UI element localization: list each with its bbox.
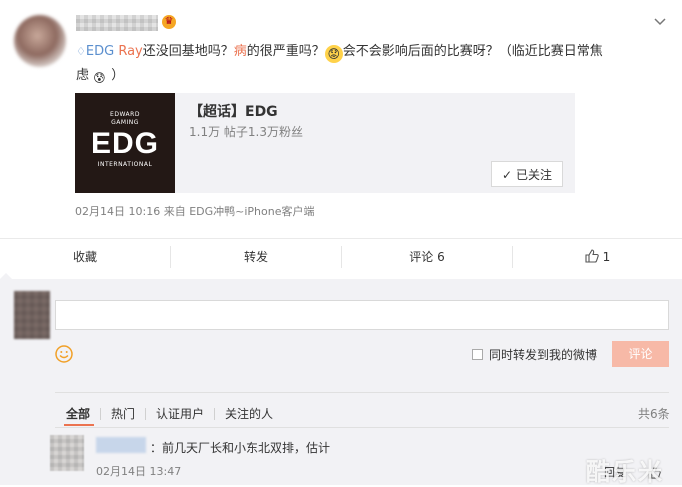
thumbs-up-icon	[585, 242, 599, 276]
tab-hot[interactable]: 热门	[111, 405, 135, 422]
emoji-picker-icon[interactable]	[55, 345, 73, 363]
worried-emoji-icon: 😟	[324, 45, 343, 63]
author-name-blurred[interactable]	[76, 15, 158, 31]
tab-following[interactable]: 关注的人	[225, 405, 273, 422]
tab-verified[interactable]: 认证用户	[156, 405, 204, 422]
followed-button[interactable]: ✓ 已关注	[491, 161, 563, 187]
post-text: ♢EDG Ray还没回基地吗？病的很严重吗？ 😟 会不会影响后面的比赛呀？（临近比赛…	[76, 40, 666, 88]
like-count: 1	[602, 250, 611, 264]
logo-top-text-1: EDWARD	[110, 111, 140, 118]
submit-comment-button[interactable]: 评论	[612, 341, 669, 367]
edg-logo: EDWARD GAMING EDG INTERNATIONAL	[75, 93, 175, 193]
post-text-4: 虑	[76, 68, 90, 83]
tab-divider	[214, 408, 215, 420]
mention-edg[interactable]: EDG	[86, 44, 114, 59]
post-timestamp[interactable]: 02月14日 10:16	[75, 205, 160, 218]
post-text-2: 的很严重吗？	[246, 44, 325, 59]
comment-count: 共6条	[638, 407, 670, 421]
panel-notch	[0, 273, 12, 279]
card-title[interactable]: 【超话】EDG	[189, 101, 278, 121]
tab-divider	[145, 408, 146, 420]
anxious-emoji-icon: 😰	[93, 71, 106, 85]
comment-time: 02月14日 13:47	[96, 465, 182, 478]
tabs-bottom-divider	[55, 427, 669, 428]
comment-text: ：前几天厂长和小东北双排，估计	[150, 441, 331, 455]
site-watermark: 酷乐米	[586, 458, 664, 486]
followed-label: 已关注	[515, 168, 552, 182]
also-repost-label[interactable]: 同时转发到我的微博	[489, 346, 597, 363]
super-topic-icon: ♢	[76, 45, 86, 58]
current-user-avatar[interactable]	[14, 291, 50, 339]
check-icon: ✓	[502, 168, 513, 182]
post-meta: 02月14日 10:16 来自 EDG冲鸭~iPhone客户端	[75, 203, 315, 219]
repost-button[interactable]: 转发	[171, 240, 341, 274]
vip-crown-icon: ♛	[162, 15, 176, 29]
tab-all-underline	[64, 424, 94, 426]
card-stats: 1.1万 帖子1.3万粉丝	[189, 125, 303, 139]
post-text-highlight: 病	[233, 44, 247, 59]
post-menu-chevron-icon[interactable]	[652, 14, 668, 30]
super-topic-card[interactable]: EDWARD GAMING EDG INTERNATIONAL 【超话】EDG …	[75, 93, 575, 193]
post-text-3: 会不会影响后面的比赛呀？（临近比赛日常焦	[342, 44, 603, 59]
comment-area-divider	[55, 392, 669, 393]
tab-all[interactable]: 全部	[66, 405, 90, 422]
logo-main-text: EDG	[90, 127, 159, 160]
logo-bottom-text: INTERNATIONAL	[97, 161, 153, 168]
post-text-1: 还没回基地吗？	[142, 44, 234, 59]
comment-button[interactable]: 评论 6	[342, 240, 512, 274]
via-prefix: 来自	[163, 205, 186, 218]
mention-ray[interactable]: Ray	[118, 44, 142, 59]
tab-divider	[100, 408, 101, 420]
commenter-name-blurred[interactable]	[96, 437, 146, 453]
author-avatar[interactable]	[14, 15, 66, 67]
post-text-5: ）	[111, 68, 125, 83]
like-button[interactable]: 1	[513, 240, 682, 274]
logo-top-text-2: GAMING	[111, 119, 139, 126]
action-bar-top-divider	[0, 238, 682, 239]
favorite-button[interactable]: 收藏	[0, 240, 170, 274]
via-source[interactable]: EDG冲鸭~iPhone客户端	[189, 205, 314, 218]
also-repost-checkbox[interactable]	[472, 349, 483, 360]
commenter-avatar[interactable]	[50, 435, 84, 471]
comment-input[interactable]	[55, 300, 669, 330]
